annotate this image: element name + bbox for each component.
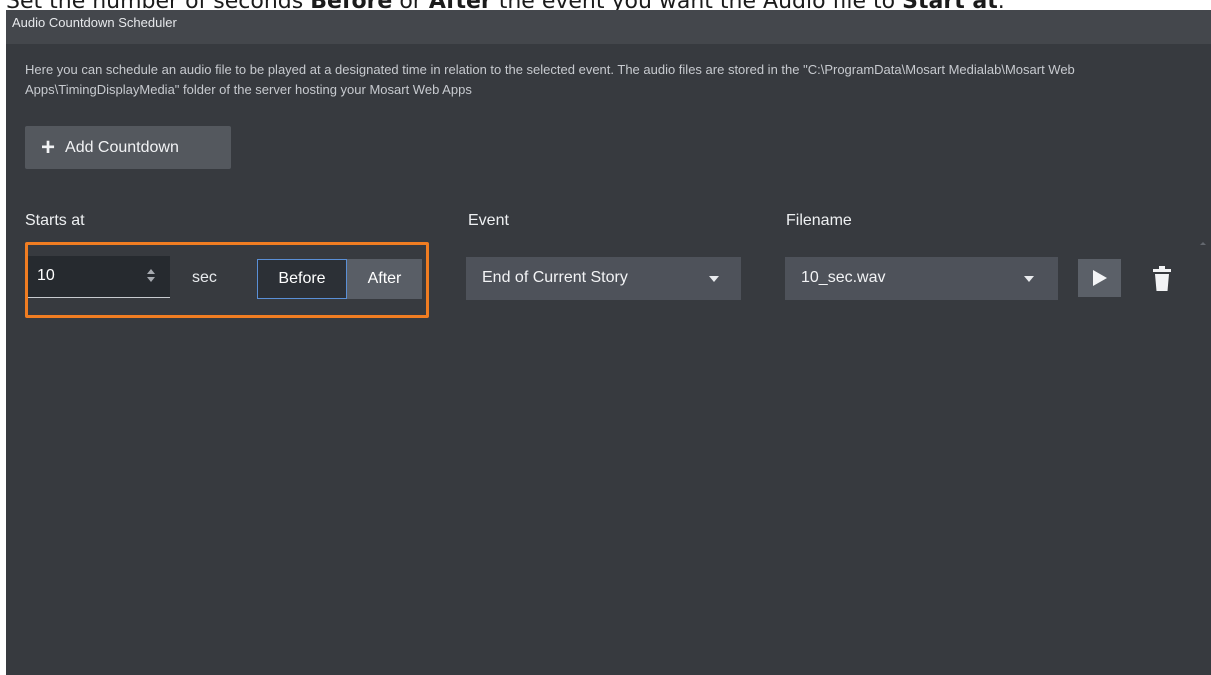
chevron-down-icon — [709, 276, 719, 282]
spinner-up-icon[interactable] — [147, 269, 155, 274]
event-header: Event — [468, 212, 509, 229]
add-countdown-label: Add Countdown — [65, 138, 179, 156]
after-toggle-button[interactable]: After — [347, 259, 422, 299]
scheduler-panel: Audio Countdown Scheduler Here you can s… — [6, 10, 1211, 675]
before-toggle-button[interactable]: Before — [257, 259, 347, 299]
event-dropdown[interactable]: End of Current Story — [466, 257, 741, 300]
seconds-value: 10 — [37, 267, 55, 284]
event-selected-value: End of Current Story — [482, 269, 628, 286]
chevron-down-icon — [1024, 276, 1034, 282]
filename-dropdown[interactable]: 10_sec.wav — [785, 257, 1058, 300]
description-text: Here you can schedule an audio file to b… — [25, 62, 1075, 97]
window-title: Audio Countdown Scheduler — [12, 15, 177, 30]
filename-header: Filename — [786, 212, 852, 229]
scrollbar-arrow-icon[interactable] — [1200, 242, 1206, 245]
filename-selected-value: 10_sec.wav — [801, 269, 886, 286]
plus-icon: + — [41, 133, 56, 161]
trash-icon[interactable] — [1152, 266, 1172, 292]
play-icon — [1093, 270, 1107, 286]
title-bar: Audio Countdown Scheduler — [6, 10, 1211, 44]
add-countdown-button[interactable]: + Add Countdown — [25, 126, 231, 169]
spinner-arrows-icon[interactable] — [146, 267, 156, 285]
spinner-down-icon[interactable] — [147, 277, 155, 282]
play-button[interactable] — [1078, 259, 1121, 297]
seconds-input[interactable]: 10 — [27, 256, 170, 298]
starts-at-header: Starts at — [25, 212, 85, 229]
seconds-unit-label: sec — [192, 269, 217, 286]
